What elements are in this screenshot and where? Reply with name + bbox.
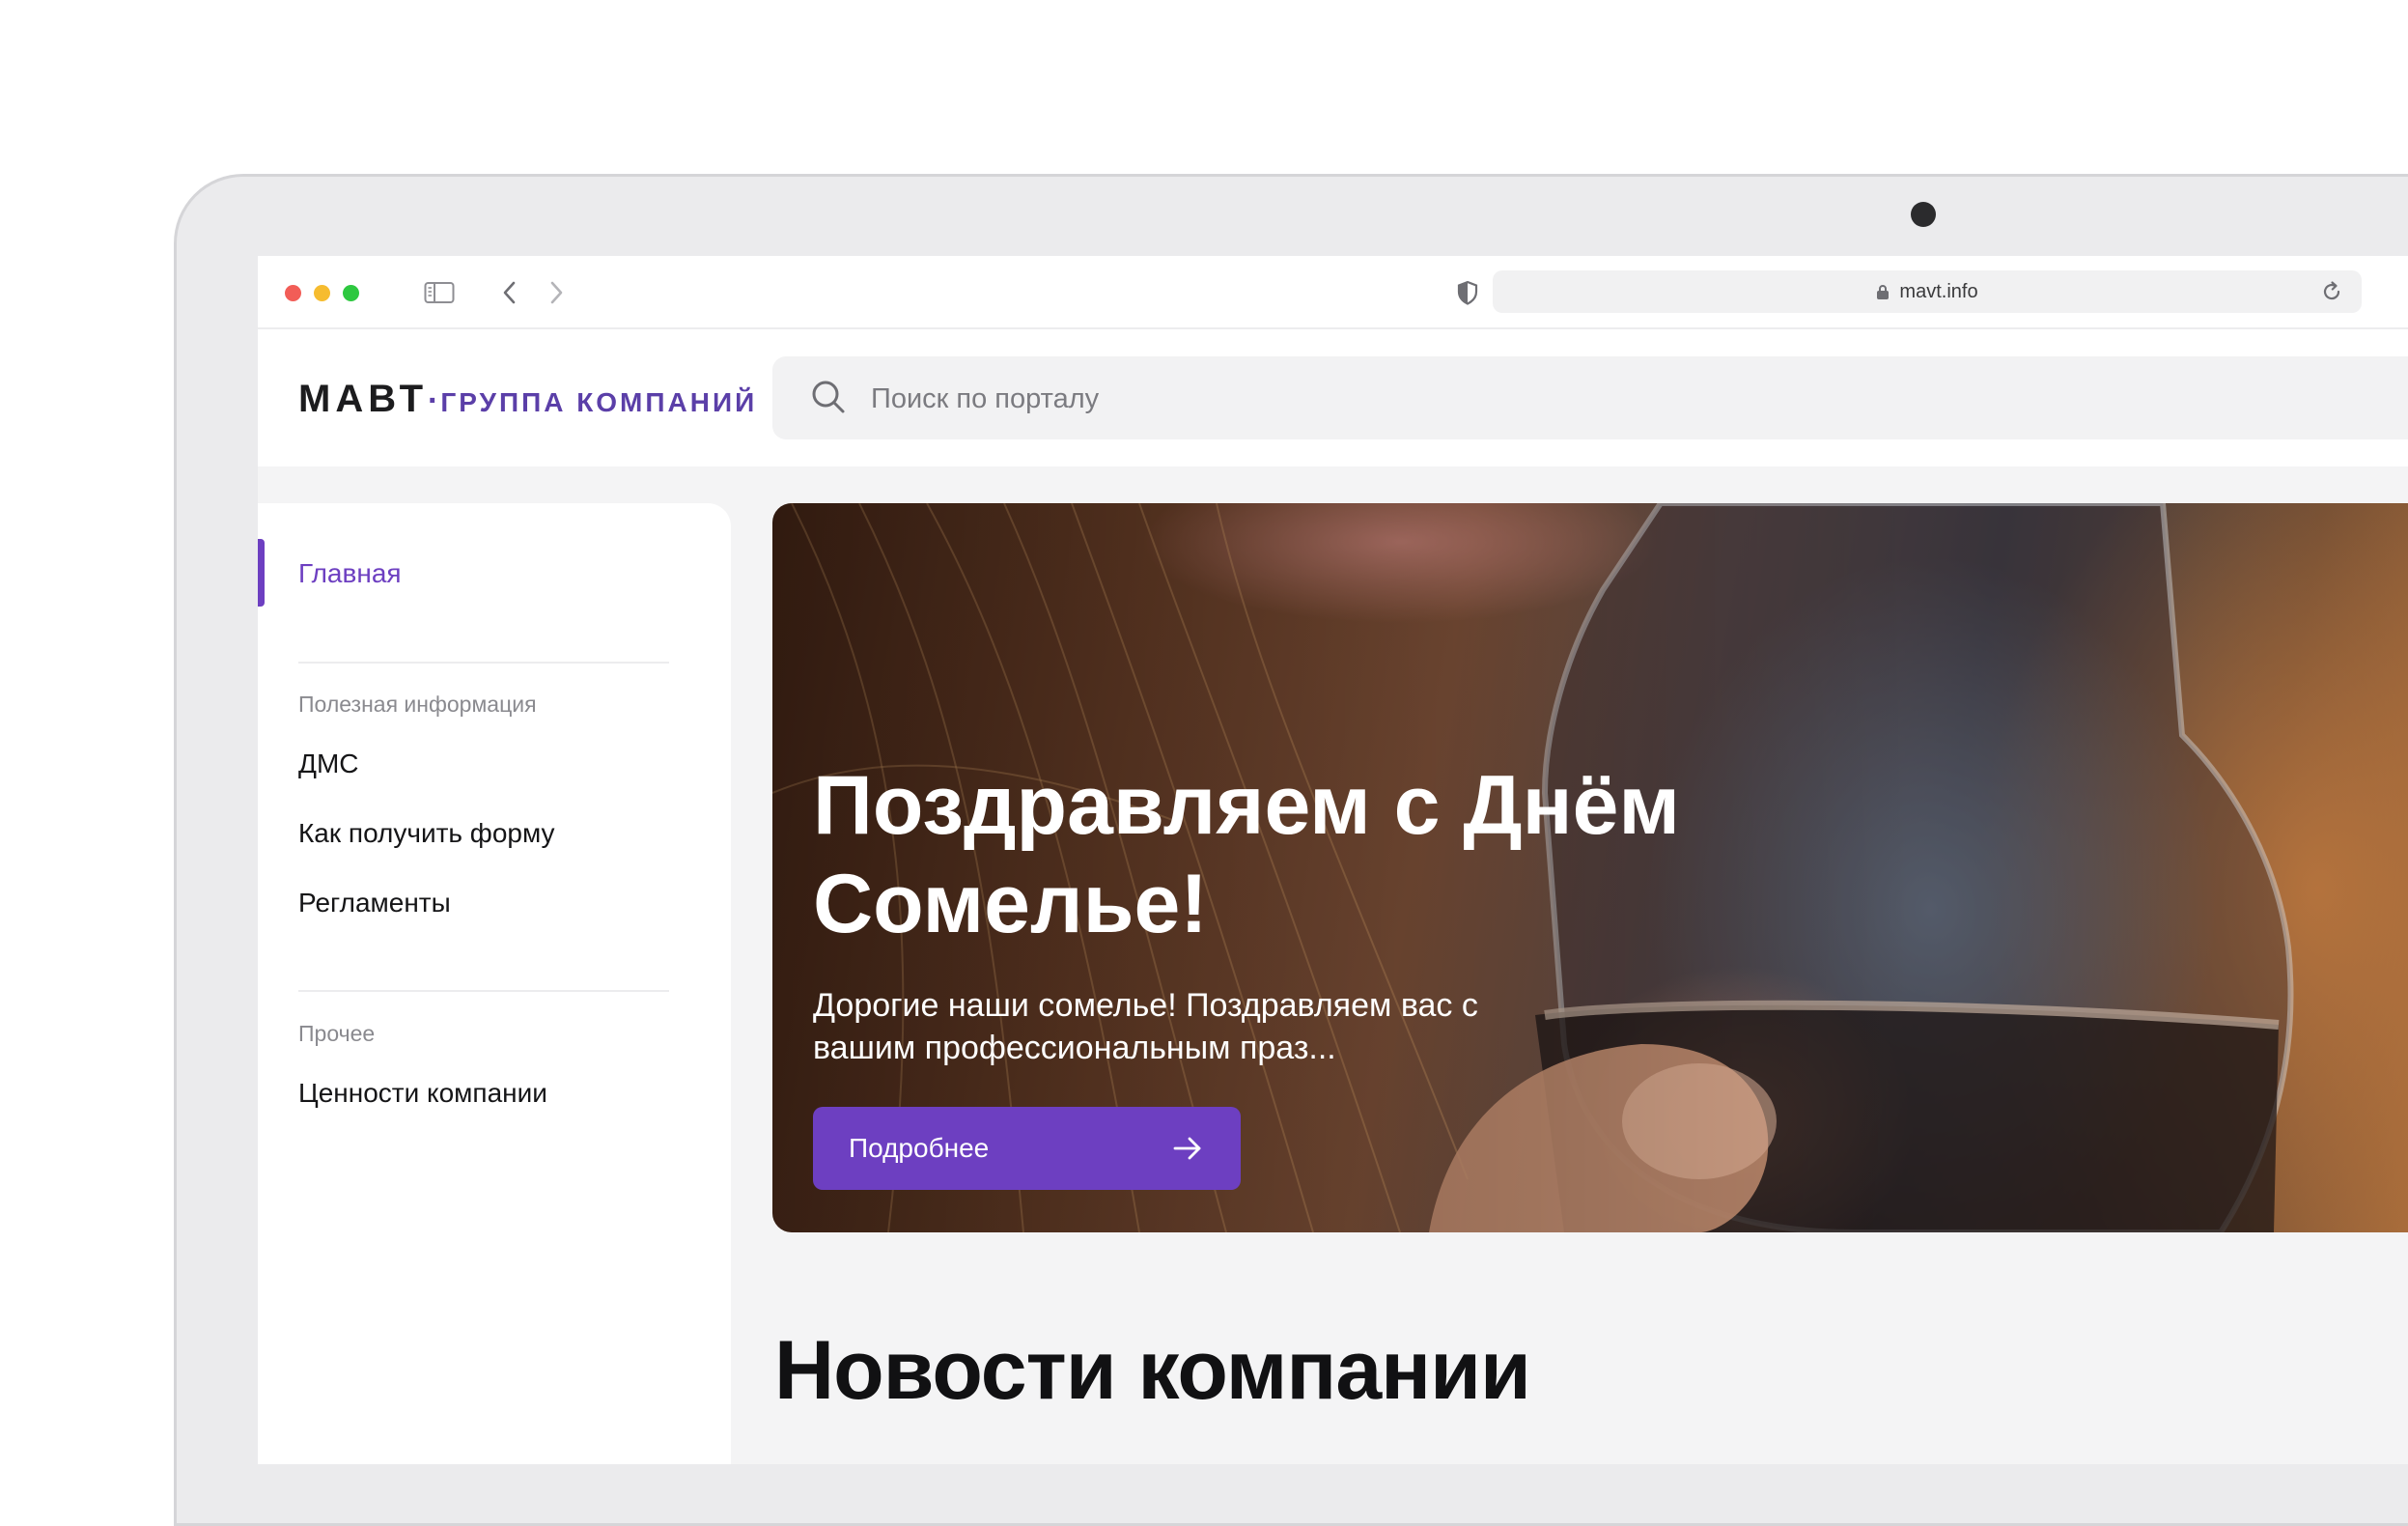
nav-item-regulations[interactable]: Регламенты — [298, 888, 451, 918]
back-arrow-icon[interactable] — [495, 275, 524, 310]
hero-text: Дорогие наши сомелье! Поздравляем вас с … — [813, 987, 1478, 1066]
more-button-label: Подробнее — [849, 1133, 990, 1163]
nav-divider — [298, 662, 669, 664]
shield-icon[interactable] — [1453, 275, 1482, 310]
search-input[interactable] — [869, 356, 2321, 441]
left-navigation: Главная Полезная информация ДМС Как полу… — [258, 503, 731, 1464]
nav-item-get-form[interactable]: Как получить форму — [298, 818, 555, 849]
arrow-right-icon — [1173, 1137, 1201, 1160]
hero-title: Поздравляем с Днём Сомелье! — [813, 759, 1681, 950]
nav-item-home[interactable]: Главная — [298, 558, 402, 589]
logo-separator: · — [428, 382, 439, 419]
more-button[interactable]: Подробнее — [813, 1107, 1241, 1190]
nav-section-caption: Полезная информация — [298, 692, 537, 717]
camera-icon — [1911, 202, 1936, 227]
logo-sub-text: ГРУППА КОМПАНИЙ — [440, 387, 758, 417]
nav-section-caption: Прочее — [298, 1021, 376, 1046]
site-header: МАВТ · ГРУППА КОМПАНИЙ — [258, 329, 2408, 466]
portal-search[interactable] — [772, 356, 2408, 441]
search-icon — [812, 381, 845, 413]
company-logo[interactable]: МАВТ · ГРУППА КОМПАНИЙ — [298, 378, 757, 421]
address-bar[interactable]: mavt.info — [1493, 270, 2362, 313]
screen: mavt.info МАВТ · ГРУППА КОМПАНИЙ Главная — [258, 256, 2408, 1464]
minimize-window-button[interactable] — [314, 285, 330, 301]
reload-icon[interactable] — [2319, 279, 2344, 304]
nav-item-company-values[interactable]: Ценности компании — [298, 1078, 547, 1109]
forward-arrow-icon[interactable] — [542, 275, 571, 310]
nav-divider — [298, 990, 669, 992]
news-section-title: Новости компании — [774, 1324, 1531, 1417]
url-text: mavt.info — [1899, 280, 1978, 302]
active-indicator — [258, 539, 265, 607]
hero-banner: Поздравляем с Днём Сомелье! Дорогие наши… — [772, 503, 2408, 1232]
maximize-window-button[interactable] — [343, 285, 359, 301]
logo-main-text: МАВТ — [298, 378, 429, 420]
close-window-button[interactable] — [285, 285, 301, 301]
nav-item-dms[interactable]: ДМС — [298, 749, 359, 779]
browser-toolbar: mavt.info — [258, 256, 2408, 329]
lock-icon — [1877, 284, 1890, 299]
sidebar-toggle-icon[interactable] — [422, 275, 457, 310]
